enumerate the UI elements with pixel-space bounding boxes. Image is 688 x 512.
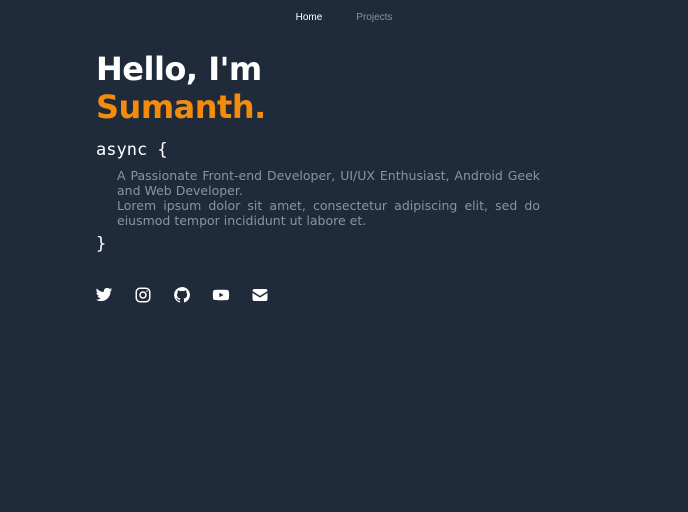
youtube-icon[interactable] <box>212 286 230 304</box>
social-links <box>95 286 269 304</box>
greeting-heading: Hello, I'm <box>96 50 262 88</box>
top-nav: Home Projects <box>0 11 688 23</box>
instagram-icon[interactable] <box>134 286 152 304</box>
github-icon[interactable] <box>173 286 191 304</box>
description-line-1: A Passionate Front-end Developer, UI/UX … <box>117 168 540 198</box>
twitter-icon[interactable] <box>95 286 113 304</box>
description: A Passionate Front-end Developer, UI/UX … <box>117 168 540 228</box>
name-heading: Sumanth. <box>96 88 266 126</box>
description-line-2: Lorem ipsum dolor sit amet, consectetur … <box>117 198 540 228</box>
nav-home-link[interactable]: Home <box>296 11 323 23</box>
code-open-brace: async { <box>96 140 168 160</box>
hero-section: Hello, I'm Sumanth. async { A Passionate… <box>96 50 540 254</box>
code-close-brace: } <box>96 234 107 254</box>
nav-projects-link[interactable]: Projects <box>356 11 392 23</box>
mail-icon[interactable] <box>251 286 269 304</box>
